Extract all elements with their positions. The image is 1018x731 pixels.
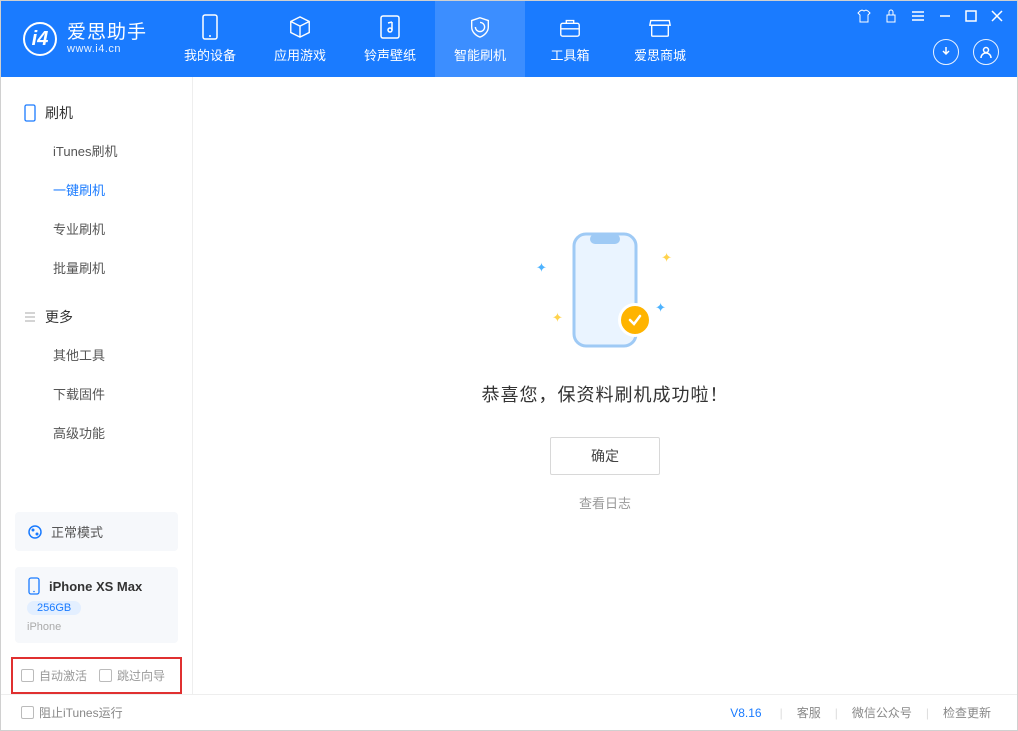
list-icon — [23, 310, 37, 324]
nav-label: 铃声壁纸 — [364, 45, 416, 64]
sidebar-item-batch[interactable]: 批量刷机 — [1, 248, 192, 287]
logo-area[interactable]: i4 爱思助手 www.i4.cn — [1, 1, 165, 77]
window-controls — [857, 9, 1003, 23]
sidebar-item-oneclick[interactable]: 一键刷机 — [1, 170, 192, 209]
nav-label: 应用游戏 — [274, 45, 326, 64]
nav-tabs: 我的设备 应用游戏 铃声壁纸 智能刷机 工具箱 爱思商城 — [165, 1, 705, 77]
user-button[interactable] — [973, 39, 999, 65]
footer-link-update[interactable]: 检查更新 — [937, 704, 997, 721]
nav-label: 工具箱 — [551, 45, 590, 64]
mode-label: 正常模式 — [51, 522, 103, 541]
toolbox-icon — [558, 15, 582, 39]
chk-label: 跳过向导 — [117, 667, 165, 684]
chk-label: 自动激活 — [39, 667, 87, 684]
app-header: i4 爱思助手 www.i4.cn 我的设备 应用游戏 铃声壁纸 智能刷机 工具… — [1, 1, 1017, 77]
app-name: 爱思助手 — [67, 23, 147, 44]
logo-icon: i4 — [23, 22, 57, 56]
checkbox-icon — [21, 706, 34, 719]
device-info[interactable]: iPhone XS Max 256GB iPhone — [15, 567, 178, 643]
nav-tab-apps[interactable]: 应用游戏 — [255, 1, 345, 77]
checkbox-icon — [99, 669, 112, 682]
sidebar-item-firmware[interactable]: 下载固件 — [1, 374, 192, 413]
lock-icon[interactable] — [885, 9, 897, 23]
nav-label: 我的设备 — [184, 45, 236, 64]
group-title: 更多 — [45, 307, 73, 327]
chk-label: 阻止iTunes运行 — [39, 704, 123, 721]
flash-options-highlight: 自动激活 跳过向导 — [11, 657, 182, 694]
logo-text: 爱思助手 www.i4.cn — [67, 23, 147, 56]
header-actions — [933, 39, 999, 65]
check-badge-icon — [618, 303, 652, 337]
checkbox-auto-activate[interactable]: 自动激活 — [21, 667, 87, 684]
download-button[interactable] — [933, 39, 959, 65]
maximize-icon[interactable] — [965, 10, 977, 22]
music-icon — [378, 15, 402, 39]
store-icon — [648, 15, 672, 39]
version-label: V8.16 — [730, 706, 761, 720]
device-type: iPhone — [27, 621, 61, 633]
device-mode[interactable]: 正常模式 — [15, 512, 178, 551]
success-illustration: ✦ ✦ ✦ ✦ — [566, 230, 644, 355]
device-capacity: 256GB — [27, 601, 81, 615]
sidebar-item-advanced[interactable]: 高级功能 — [1, 413, 192, 452]
cube-icon — [288, 15, 312, 39]
device-icon — [198, 15, 222, 39]
view-log-link[interactable]: 查看日志 — [579, 493, 631, 512]
sidebar-item-itunes[interactable]: iTunes刷机 — [1, 131, 192, 170]
app-url: www.i4.cn — [67, 43, 147, 55]
device-name: iPhone XS Max — [49, 579, 142, 594]
nav-tab-ringtones[interactable]: 铃声壁纸 — [345, 1, 435, 77]
nav-label: 智能刷机 — [454, 45, 506, 64]
sidebar-item-other[interactable]: 其他工具 — [1, 335, 192, 374]
footer: 阻止iTunes运行 V8.16 | 客服 | 微信公众号 | 检查更新 — [1, 694, 1017, 730]
body: 刷机 iTunes刷机 一键刷机 专业刷机 批量刷机 更多 其他工具 下载固件 … — [1, 77, 1017, 694]
footer-link-support[interactable]: 客服 — [791, 704, 827, 721]
nav-tab-toolbox[interactable]: 工具箱 — [525, 1, 615, 77]
checkbox-block-itunes[interactable]: 阻止iTunes运行 — [21, 704, 123, 721]
shield-icon — [468, 15, 492, 39]
main-content: ✦ ✦ ✦ ✦ 恭喜您，保资料刷机成功啦！ 确定 查看日志 — [193, 77, 1017, 694]
checkbox-icon — [21, 669, 34, 682]
sidebar-item-pro[interactable]: 专业刷机 — [1, 209, 192, 248]
nav-tab-flash[interactable]: 智能刷机 — [435, 1, 525, 77]
phone-icon — [27, 577, 41, 595]
success-title: 恭喜您，保资料刷机成功啦！ — [482, 381, 729, 407]
shirt-icon[interactable] — [857, 9, 871, 23]
close-icon[interactable] — [991, 10, 1003, 22]
phone-outline-icon — [23, 104, 37, 122]
sidebar-group-more: 更多 — [1, 299, 192, 335]
group-title: 刷机 — [45, 103, 73, 123]
checkbox-skip-wizard[interactable]: 跳过向导 — [99, 667, 165, 684]
mode-icon — [27, 524, 43, 540]
nav-label: 爱思商城 — [634, 45, 686, 64]
footer-link-wechat[interactable]: 微信公众号 — [846, 704, 918, 721]
minimize-icon[interactable] — [939, 10, 951, 22]
sidebar-group-flash: 刷机 — [1, 95, 192, 131]
footer-right: V8.16 | 客服 | 微信公众号 | 检查更新 — [730, 704, 997, 721]
ok-button[interactable]: 确定 — [550, 437, 660, 475]
nav-tab-store[interactable]: 爱思商城 — [615, 1, 705, 77]
menu-icon[interactable] — [911, 10, 925, 22]
sidebar: 刷机 iTunes刷机 一键刷机 专业刷机 批量刷机 更多 其他工具 下载固件 … — [1, 77, 193, 694]
nav-tab-device[interactable]: 我的设备 — [165, 1, 255, 77]
